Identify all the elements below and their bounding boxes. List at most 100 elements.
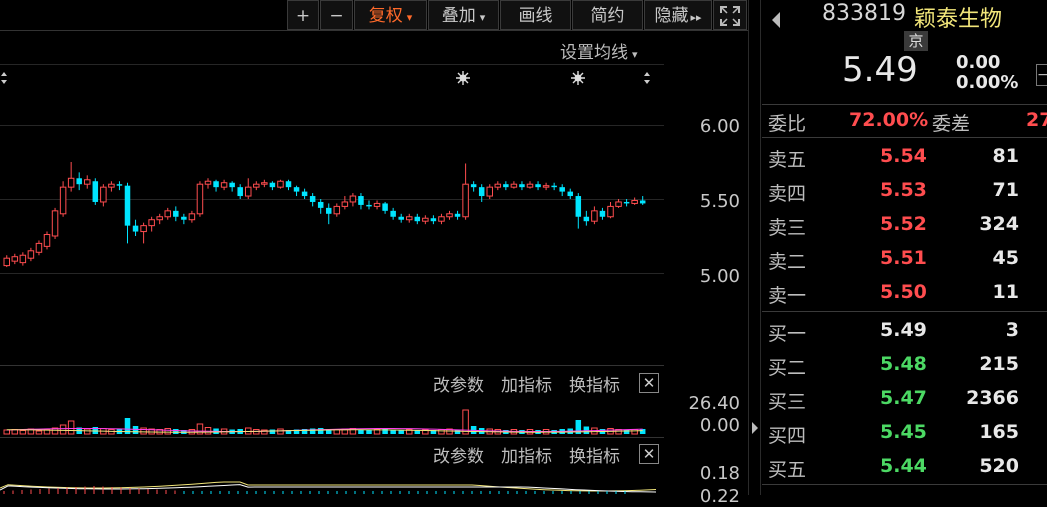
candle-body[interactable] (148, 219, 155, 227)
candle-body[interactable] (309, 196, 316, 202)
candle-body[interactable] (333, 205, 341, 215)
candle-body[interactable] (11, 256, 19, 262)
candle-body[interactable] (204, 180, 212, 185)
bid-row[interactable]: 买一 5.49 3 (762, 314, 1047, 348)
candle-body[interactable] (542, 185, 550, 188)
ask-row[interactable]: 卖二 5.51 45 (762, 242, 1047, 276)
candle-body[interactable] (301, 191, 308, 197)
candle-body[interactable] (27, 250, 35, 259)
bid-row[interactable]: 买二 5.48 215 (762, 348, 1047, 382)
candle-body[interactable] (478, 187, 485, 197)
candle-body[interactable] (535, 184, 541, 188)
switch-indicator-link[interactable]: 换指标 (569, 442, 620, 467)
zoom-out-button[interactable]: − (320, 0, 353, 30)
ask-row[interactable]: 卖五 5.54 81 (762, 140, 1047, 174)
fullscreen-button[interactable] (713, 0, 747, 30)
candle-body[interactable] (358, 196, 364, 205)
candle-body[interactable] (398, 216, 404, 220)
candle-body[interactable] (245, 186, 252, 197)
simple-mode-button[interactable]: 简约 (572, 0, 643, 30)
bid-row[interactable]: 买五 5.44 520 (762, 450, 1047, 484)
candle-body[interactable] (124, 185, 131, 226)
candle-body[interactable] (3, 257, 10, 267)
candle-body[interactable] (526, 183, 534, 188)
candle-body[interactable] (213, 181, 219, 188)
add-indicator-link[interactable]: 加指标 (501, 442, 552, 467)
candle-body[interactable] (59, 186, 67, 215)
candle-body[interactable] (277, 180, 284, 188)
candle-body[interactable] (84, 179, 91, 185)
candle-body[interactable] (76, 178, 82, 185)
candle-body[interactable] (67, 177, 75, 188)
sun-marker-icon[interactable] (456, 71, 470, 85)
candle-body[interactable] (503, 184, 509, 188)
candle-body[interactable] (462, 183, 469, 218)
candle-body[interactable] (92, 181, 99, 202)
candle-body[interactable] (196, 183, 204, 215)
candle-body[interactable] (454, 213, 461, 217)
candle-body[interactable] (575, 196, 582, 217)
bid-row[interactable]: 买三 5.47 2366 (762, 382, 1047, 416)
candle-body[interactable] (164, 210, 171, 218)
candle-body[interactable] (220, 182, 228, 188)
close-panel-button[interactable]: ✕ (639, 444, 659, 464)
candle-body[interactable] (261, 182, 268, 185)
candle-body[interactable] (293, 187, 300, 192)
adjust-marker-icon[interactable] (1, 72, 7, 84)
add-indicator-link[interactable]: 加指标 (501, 371, 552, 396)
candle-body[interactable] (116, 184, 123, 186)
candle-body[interactable] (591, 210, 598, 222)
change-params-link[interactable]: 改参数 (433, 371, 484, 396)
zoom-in-button[interactable]: + (287, 0, 319, 30)
candle-body[interactable] (583, 216, 590, 222)
collapse-arrow-icon[interactable] (750, 420, 760, 436)
overlay-button[interactable]: 叠加 ▾ (428, 0, 499, 30)
draw-line-button[interactable]: 画线 (500, 0, 571, 30)
hide-button[interactable]: 隐藏 ▸▸ (644, 0, 712, 30)
bid-row[interactable]: 买四 5.45 165 (762, 416, 1047, 450)
candle-body[interactable] (100, 186, 107, 203)
candle-body[interactable] (173, 210, 179, 217)
candle-body[interactable] (551, 185, 557, 188)
candle-body[interactable] (446, 213, 453, 218)
volume-chart[interactable] (0, 400, 664, 436)
candle-body[interactable] (430, 218, 437, 222)
candle-body[interactable] (615, 201, 622, 207)
candle-body[interactable] (486, 186, 493, 197)
candle-body[interactable] (188, 213, 196, 221)
candle-body[interactable] (422, 217, 429, 222)
candle-body[interactable] (382, 203, 388, 211)
candle-body[interactable] (140, 225, 147, 233)
candle-body[interactable] (567, 191, 574, 197)
candle-body[interactable] (317, 201, 324, 208)
sun-marker-icon[interactable] (571, 71, 585, 85)
candle-body[interactable] (599, 210, 606, 217)
ask-row[interactable]: 卖四 5.53 71 (762, 174, 1047, 208)
indicator-chart[interactable] (0, 466, 664, 495)
candle-body[interactable] (51, 210, 59, 237)
candle-body[interactable] (438, 216, 445, 222)
candle-body[interactable] (366, 204, 372, 207)
candle-body[interactable] (510, 183, 518, 188)
candle-body[interactable] (156, 216, 163, 221)
candle-body[interactable] (237, 187, 243, 197)
candle-body[interactable] (326, 207, 332, 214)
candlestick-chart[interactable] (0, 92, 664, 362)
back-arrow-icon[interactable] (770, 10, 782, 34)
ma-settings-dropdown[interactable]: 设置均线 ▾ (560, 38, 638, 63)
candle-body[interactable] (623, 201, 630, 204)
candle-body[interactable] (559, 187, 565, 192)
fuquan-button[interactable]: 复权 ▾ (354, 0, 427, 30)
adjust-marker-icon[interactable] (644, 72, 650, 84)
close-panel-button[interactable]: ✕ (639, 373, 659, 393)
candle-body[interactable] (390, 210, 396, 217)
candle-body[interactable] (406, 216, 413, 221)
ask-row[interactable]: 卖三 5.52 324 (762, 208, 1047, 242)
candle-body[interactable] (414, 216, 421, 222)
change-params-link[interactable]: 改参数 (433, 442, 484, 467)
candle-body[interactable] (519, 184, 525, 188)
ask-row[interactable]: 卖一 5.50 11 (762, 276, 1047, 310)
candle-body[interactable] (269, 182, 276, 188)
candle-body[interactable] (349, 195, 357, 203)
switch-indicator-link[interactable]: 换指标 (569, 371, 620, 396)
